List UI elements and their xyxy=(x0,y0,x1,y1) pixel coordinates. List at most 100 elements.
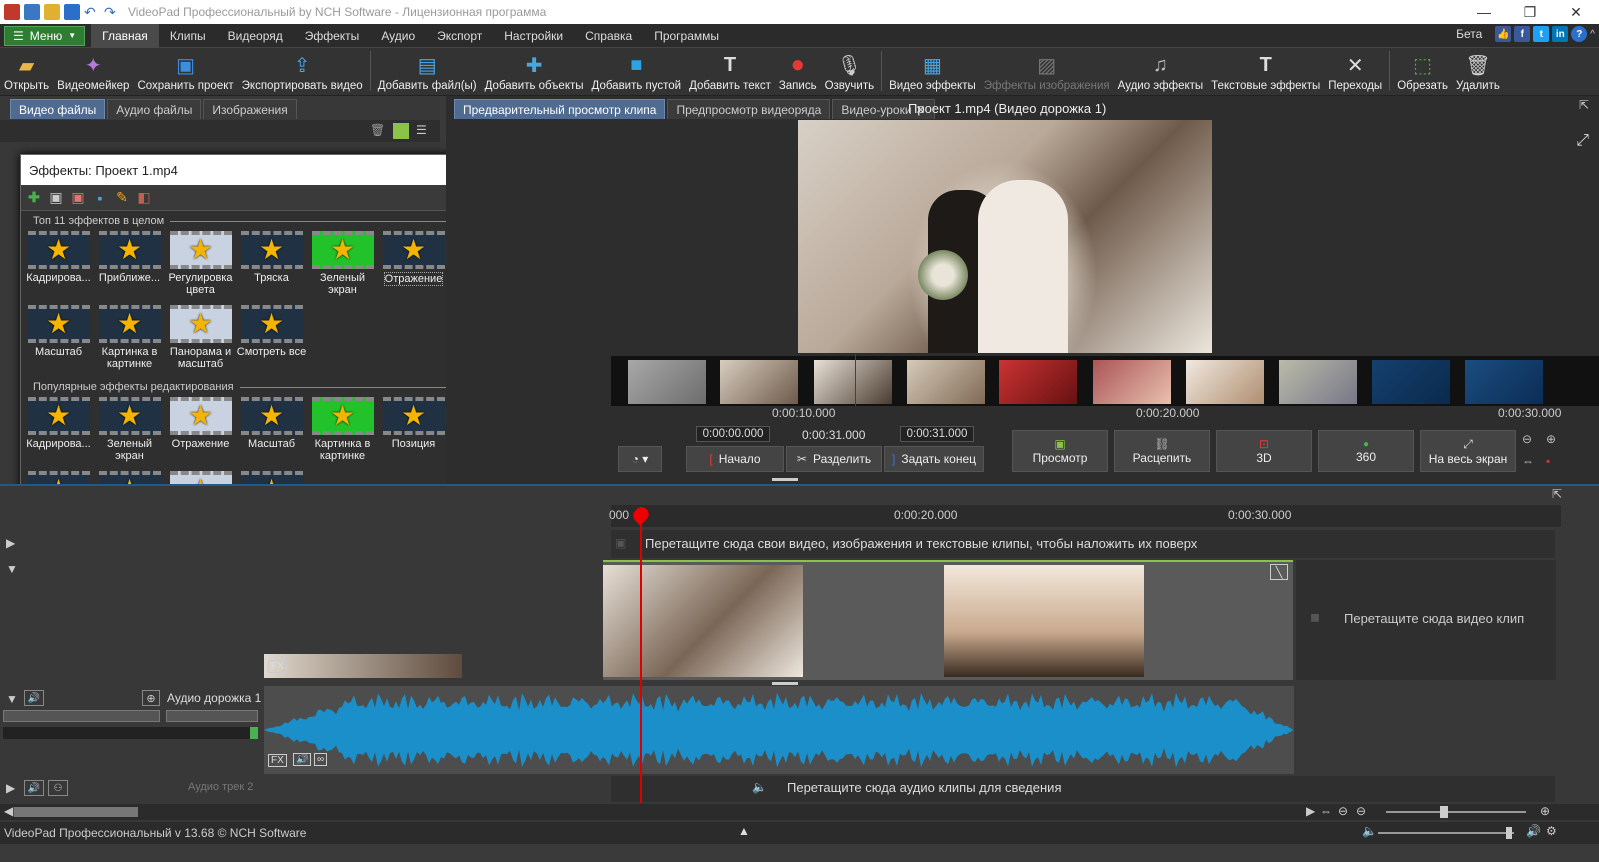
audio-fx-badge[interactable]: FX xyxy=(268,754,287,767)
tab-clips[interactable]: Клипы xyxy=(159,24,217,48)
linkedin-icon[interactable]: in xyxy=(1552,26,1569,42)
text-effects-button[interactable]: T Текстовые эффекты xyxy=(1207,47,1324,95)
split-view-icon[interactable]: ◧ xyxy=(135,189,153,207)
minimize-button[interactable]: — xyxy=(1461,0,1507,24)
beta-label[interactable]: Бета xyxy=(1456,27,1482,41)
clip-fade-icon[interactable]: ╲ xyxy=(1270,564,1288,580)
tab-export[interactable]: Экспорт xyxy=(426,24,493,48)
bin-list-view-icon[interactable]: ☰ xyxy=(416,123,427,137)
undock-icon[interactable]: ⇱ xyxy=(1579,98,1589,112)
add-objects-button[interactable]: ✚ Добавить объекты xyxy=(481,47,588,95)
bin-add-folder-icon[interactable] xyxy=(393,123,409,139)
tab-programs[interactable]: Программы xyxy=(643,24,730,48)
timeline-zoom-out-icon[interactable]: ⊖ xyxy=(1338,804,1348,818)
tab-home[interactable]: Главная xyxy=(91,23,159,48)
audio-volume-icon[interactable]: 🔊 xyxy=(293,753,312,766)
transitions-button[interactable]: ✕ Переходы xyxy=(1324,47,1386,95)
video-effects-button[interactable]: ▦ Видео эффекты xyxy=(885,47,980,95)
effect-tile[interactable]: ★ Картинка в картинке xyxy=(307,395,378,469)
crop-button[interactable]: ⬚ Обрезать xyxy=(1393,47,1452,95)
close-window-button[interactable]: ✕ xyxy=(1553,0,1599,24)
snap-icon[interactable]: ▪ xyxy=(1546,454,1550,468)
end-timecode[interactable]: 0:00:31.000 xyxy=(900,426,974,442)
effect-tile[interactable]: ★ Панорама и масштаб xyxy=(165,303,236,377)
speaker-icon[interactable]: 🔊 xyxy=(24,690,44,706)
maximize-button[interactable]: ❐ xyxy=(1507,0,1553,24)
preview-button[interactable]: ▣ Просмотр xyxy=(1012,430,1108,472)
main-menu-button[interactable]: ☰ Меню ▼ xyxy=(4,25,86,46)
set-start-button[interactable]: [Начало xyxy=(686,446,784,472)
playback-speed-button[interactable]: ◔ ▾ xyxy=(618,446,662,472)
master-volume-slider[interactable] xyxy=(1378,832,1514,834)
track-pan-slider[interactable] xyxy=(166,710,258,722)
effect-tile[interactable]: ★ Зеленый экран xyxy=(94,395,165,469)
tab-audio[interactable]: Аудио xyxy=(370,24,426,48)
effect-tile[interactable]: ★ Кадрирова... xyxy=(23,229,94,303)
master-volume-thumb[interactable] xyxy=(1506,827,1512,839)
effect-tile[interactable]: ★ Отражение xyxy=(165,395,236,469)
audio-loop-icon[interactable]: ∞ xyxy=(314,753,328,766)
effect-tile[interactable]: ★ Позиция xyxy=(378,395,449,469)
track-splitter-handle[interactable] xyxy=(772,682,798,685)
narrate-button[interactable]: 🎙 Озвучить xyxy=(821,47,879,95)
settings-icon[interactable]: ⚙ xyxy=(1546,824,1557,838)
fit-timeline-icon[interactable]: ⇔ xyxy=(1320,804,1332,818)
tab-images[interactable]: Изображения xyxy=(203,99,297,119)
effect-tile[interactable]: ★ Приближе... xyxy=(94,229,165,303)
add-mask-icon[interactable]: ▣ xyxy=(47,189,65,207)
effect-tile[interactable]: ★ Смотреть все xyxy=(236,303,307,377)
effect-tile[interactable]: ★ Отражение xyxy=(378,229,449,303)
effect-tile[interactable]: ★ Тряска xyxy=(236,229,307,303)
360-button[interactable]: ● 360 xyxy=(1318,430,1414,472)
master-speaker-icon[interactable]: 🔊 xyxy=(1526,824,1541,838)
tab-clip-preview[interactable]: Предварительный просмотр клипа xyxy=(454,99,666,119)
twitter-icon[interactable]: t xyxy=(1533,26,1550,42)
tab-help[interactable]: Справка xyxy=(574,24,643,48)
start-timecode[interactable]: 0:00:00.000 xyxy=(696,426,770,442)
effect-tile[interactable]: ★ Картинка в картинке xyxy=(94,303,165,377)
track-options-icon[interactable]: ⊕ xyxy=(142,690,160,706)
delete-button[interactable]: 🗑 Удалить xyxy=(1452,47,1504,95)
like-icon[interactable]: 👍 xyxy=(1495,26,1512,42)
save-project-button[interactable]: ▣ Сохранить проект xyxy=(133,47,237,95)
add-files-button[interactable]: ▤ Добавить файл(ы) xyxy=(374,47,481,95)
tab-settings[interactable]: Настройки xyxy=(493,24,574,48)
open-button[interactable]: ▰ Открыть xyxy=(0,47,53,95)
expand-icon[interactable]: ^ xyxy=(1590,29,1595,40)
save-preset-icon[interactable]: ▪ xyxy=(91,189,109,207)
fx-badge[interactable]: FX xyxy=(268,660,287,673)
timeline-zoom-in-icon[interactable]: ⊕ xyxy=(1540,804,1550,818)
tab-video-files[interactable]: Видео файлы xyxy=(10,99,106,119)
tab-sequence-preview[interactable]: Предпросмотр видеоряда xyxy=(667,99,831,119)
timeline-playhead[interactable] xyxy=(640,507,642,803)
zoom-in-icon[interactable]: ⊕ xyxy=(1546,432,1556,446)
add-blank-button[interactable]: ■ Добавить пустой xyxy=(588,47,686,95)
timeline-ruler[interactable] xyxy=(611,505,1561,527)
zoom-out-icon[interactable]: ⊖ xyxy=(1522,432,1532,446)
audio-clip[interactable] xyxy=(264,686,1294,774)
audio-track-collapse-icon[interactable]: ▼ xyxy=(6,692,18,706)
fullscreen-button[interactable]: ⤢ На весь экран xyxy=(1420,430,1516,472)
tab-sequence[interactable]: Видеоряд xyxy=(217,24,294,48)
save-icon[interactable] xyxy=(64,4,80,20)
expand-panel-icon[interactable]: ▲ xyxy=(738,824,750,838)
zoom-slider-thumb[interactable] xyxy=(1440,806,1448,818)
remove-effect-icon[interactable]: ▣ xyxy=(69,189,87,207)
master-mute-icon[interactable]: 🔈 xyxy=(1362,824,1377,838)
effect-tile[interactable]: ★ Зеленый экран xyxy=(307,229,378,303)
clip-ruler[interactable] xyxy=(611,406,1599,424)
unlink-button[interactable]: ⛓ Расцепить xyxy=(1114,430,1210,472)
set-end-button[interactable]: ] Задать конец xyxy=(884,446,984,472)
fit-width-icon[interactable]: ⇔ xyxy=(1522,454,1534,468)
audio-effects-button[interactable]: ♫ Аудио эффекты xyxy=(1114,47,1208,95)
panel-splitter-handle[interactable] xyxy=(772,478,798,481)
videomaker-button[interactable]: ✦ Видеомейкер xyxy=(53,47,133,95)
bin-delete-icon[interactable]: 🗑 xyxy=(370,123,385,137)
timeline-scrollbar[interactable]: ◀ ▶ ⇔ ⊖ ⊖ ⊕ xyxy=(0,804,1599,820)
track-group-icon[interactable]: ⚇ xyxy=(48,780,68,796)
split-button[interactable]: ✂ Разделить xyxy=(786,446,882,472)
edit-icon[interactable]: ✎ xyxy=(113,189,131,207)
redo-icon[interactable]: ↷ xyxy=(104,4,120,20)
undo-icon[interactable]: ↶ xyxy=(84,4,100,20)
record-button[interactable]: ● Запись xyxy=(775,47,821,95)
